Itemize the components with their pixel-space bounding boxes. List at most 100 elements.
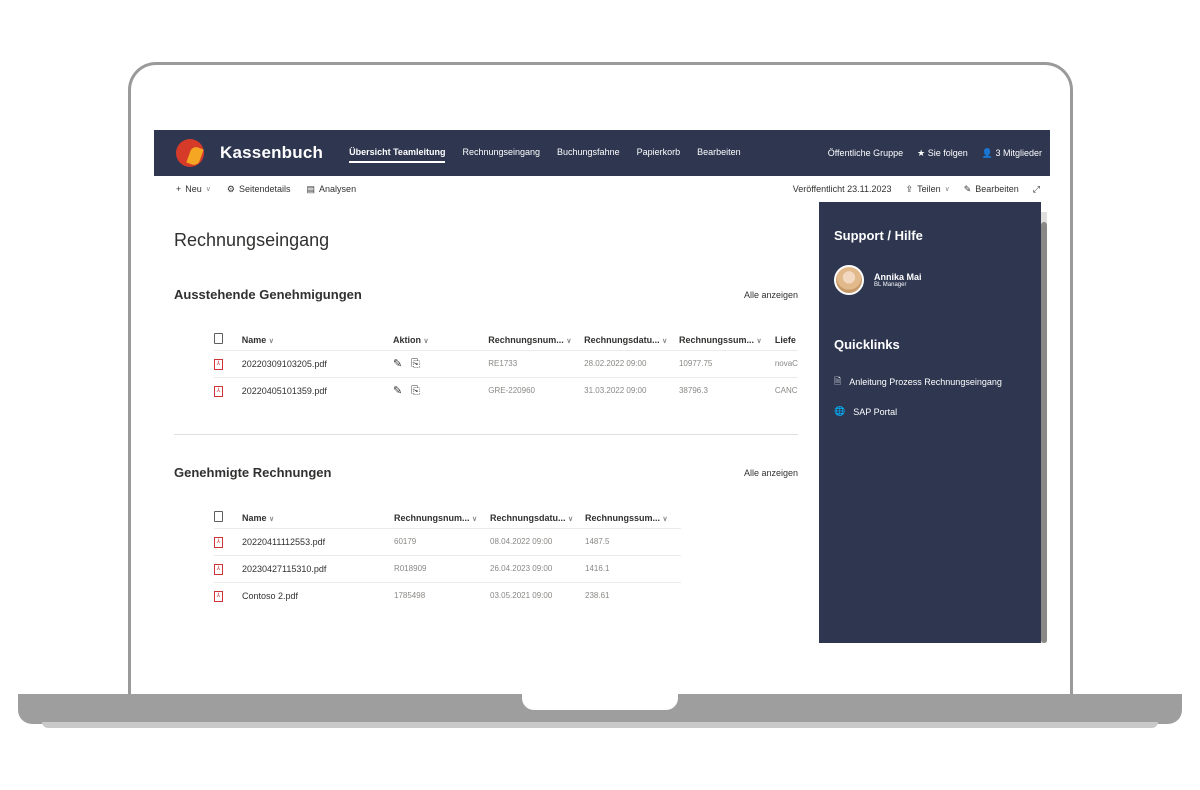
scrollbar-thumb[interactable] — [1041, 222, 1047, 643]
column-header-name[interactable]: Name ∨ — [242, 330, 393, 350]
document-icon: 🗎 — [834, 376, 842, 386]
edit-label: Bearbeiten — [975, 184, 1019, 194]
column-header-label: Rechnungsnum... — [394, 512, 470, 523]
group-type: Öffentliche Gruppe — [827, 148, 904, 158]
document-icon — [214, 511, 223, 523]
expand-icon[interactable]: ⤢ — [1033, 184, 1040, 195]
file-type-header[interactable] — [214, 330, 242, 350]
edit-button[interactable]: ✎ Bearbeiten — [964, 184, 1019, 195]
supplier: CANC — [774, 376, 798, 404]
members-button[interactable]: 👤 3 Mitglieder — [982, 148, 1042, 159]
file-type-cell: ⅄ — [214, 376, 242, 404]
column-header-supplier[interactable]: Liefe — [775, 330, 798, 350]
chevron-down-icon: ∨ — [205, 186, 211, 193]
approve-document-icon[interactable]: ⎘ — [411, 385, 420, 397]
new-button[interactable]: + Neu ∨ — [176, 184, 211, 194]
column-header-number[interactable]: Rechnungsnum... ∨ — [488, 330, 584, 350]
contact-name: Annika Mai — [874, 272, 922, 282]
file-name-link[interactable]: Contoso 2.pdf — [242, 581, 394, 609]
nav-item-edit[interactable]: Bearbeiten — [697, 143, 741, 163]
column-header-number[interactable]: Rechnungsnum... ∨ — [394, 508, 490, 528]
file-name-link[interactable]: 20220309103205.pdf — [241, 349, 393, 377]
table-row[interactable]: ⅄ 20220309103205.pdf ✎ ⎘ RE1733 28.02.20… — [214, 349, 798, 377]
column-header-sum[interactable]: Rechnungssum... ∨ — [585, 508, 681, 528]
quicklink-sap-portal[interactable]: 🌐 SAP Portal — [834, 406, 1026, 417]
support-title: Support / Hilfe — [834, 228, 923, 243]
supplier: novaC — [774, 349, 798, 377]
share-icon: ⇪ — [905, 183, 914, 194]
avatar — [834, 265, 864, 295]
chevron-down-icon: ∨ — [472, 515, 478, 523]
column-header-sum[interactable]: Rechnungssum... ∨ — [679, 330, 775, 350]
laptop-notch — [522, 694, 678, 710]
table-row[interactable]: ⅄ 20220405101359.pdf ✎ ⎘ GRE-220960 31.0… — [214, 376, 798, 404]
pencil-icon[interactable]: ✎ — [393, 385, 402, 397]
screen: Kassenbuch Übersicht Teamleitung Rechnun… — [154, 130, 1050, 643]
column-header-label: Rechnungsdatu... — [490, 512, 566, 523]
chevron-down-icon: ∨ — [568, 515, 574, 523]
nav-item-overview[interactable]: Übersicht Teamleitung — [349, 143, 446, 163]
laptop-base-shadow — [42, 722, 1158, 728]
follow-button[interactable]: ★ Sie folgen — [917, 148, 968, 159]
file-name-link[interactable]: 20220411112553.pdf — [242, 527, 394, 555]
approved-show-all-link[interactable]: Alle anzeigen — [744, 468, 798, 478]
chart-icon: ▤ — [306, 183, 316, 194]
pending-section-title: Ausstehende Genehmigungen — [174, 287, 362, 302]
column-header-label: Aktion — [392, 334, 421, 345]
column-header-action[interactable]: Aktion ∨ — [393, 330, 488, 350]
chevron-down-icon: ∨ — [662, 515, 668, 523]
chevron-down-icon: ∨ — [268, 337, 274, 345]
section-divider — [174, 434, 798, 435]
invoice-number: GRE-220960 — [488, 376, 585, 404]
table-row[interactable]: ⅄ 20230427115310.pdf R018909 26.04.2023 … — [214, 554, 681, 582]
column-header-label: Rechnungsnum... — [488, 334, 564, 345]
invoice-number: RE1733 — [488, 349, 585, 377]
site-logo-icon[interactable] — [176, 139, 204, 167]
pending-section-header: Ausstehende Genehmigungen Alle anzeigen — [174, 287, 798, 302]
table-row[interactable]: ⅄ Contoso 2.pdf 1785498 03.05.2021 09:00… — [214, 581, 681, 609]
file-name-link[interactable]: 20230427115310.pdf — [242, 554, 394, 582]
command-bar: + Neu ∨ ⚙ Seitendetails ▤ Analysen Veröffent… — [154, 176, 1050, 202]
approved-section-title: Genehmigte Rechnungen — [174, 465, 332, 480]
site-title[interactable]: Kassenbuch — [220, 143, 323, 163]
chevron-down-icon: ∨ — [269, 515, 275, 523]
file-type-cell: ⅄ — [214, 554, 242, 582]
column-header-label: Liefe — [774, 334, 796, 345]
new-label: Neu — [185, 184, 202, 194]
pencil-icon[interactable]: ✎ — [393, 358, 402, 370]
share-button[interactable]: ⇪ Teilen ∨ — [906, 184, 950, 195]
chevron-down-icon: ∨ — [756, 337, 762, 345]
plus-icon: + — [176, 184, 182, 194]
pending-show-all-link[interactable]: Alle anzeigen — [744, 290, 798, 300]
chevron-down-icon: ∨ — [566, 337, 572, 345]
approve-document-icon[interactable]: ⎘ — [411, 358, 420, 370]
invoice-date: 28.02.2022 09:00 — [584, 349, 679, 377]
nav-item-recycle-bin[interactable]: Papierkorb — [637, 143, 681, 163]
contact-card[interactable]: Annika Mai BL Manager — [834, 265, 1026, 295]
quicklink-label: SAP Portal — [853, 406, 898, 417]
column-header-date[interactable]: Rechnungsdatu... ∨ — [490, 508, 585, 528]
action-cell: ✎ ⎘ — [392, 349, 489, 377]
published-status: Veröffentlicht 23.11.2023 — [792, 184, 892, 194]
contact-role: BL Manager — [874, 282, 907, 288]
column-header-label: Rechnungsdatu... — [584, 334, 660, 345]
invoice-sum: 1487.5 — [585, 527, 681, 555]
approved-section-header: Genehmigte Rechnungen Alle anzeigen — [174, 465, 798, 480]
invoice-number: 60179 — [394, 527, 490, 555]
quicklink-guide[interactable]: 🗎 Anleitung Prozess Rechnungseingang — [834, 374, 1026, 390]
file-name-link[interactable]: 20220405101359.pdf — [241, 376, 393, 404]
file-type-header[interactable] — [214, 508, 242, 528]
column-header-label: Rechnungssum... — [585, 512, 661, 523]
analytics-button[interactable]: ▤ Analysen — [307, 184, 357, 195]
support-panel: Support / Hilfe Annika Mai BL Manager Qu… — [819, 202, 1041, 643]
follow-label: Sie folgen — [927, 147, 968, 158]
top-nav: Übersicht Teamleitung Rechnungseingang B… — [349, 143, 741, 163]
page-details-button[interactable]: ⚙ Seitendetails — [227, 184, 291, 195]
invoice-sum: 38796.3 — [678, 376, 775, 404]
column-header-date[interactable]: Rechnungsdatu... ∨ — [584, 330, 679, 350]
nav-item-booking[interactable]: Buchungsfahne — [557, 143, 620, 163]
column-header-name[interactable]: Name ∨ — [242, 508, 394, 528]
table-row[interactable]: ⅄ 20220411112553.pdf 60179 08.04.2022 09… — [214, 527, 681, 555]
document-icon — [214, 333, 223, 345]
nav-item-invoice-receipt[interactable]: Rechnungseingang — [462, 143, 540, 163]
